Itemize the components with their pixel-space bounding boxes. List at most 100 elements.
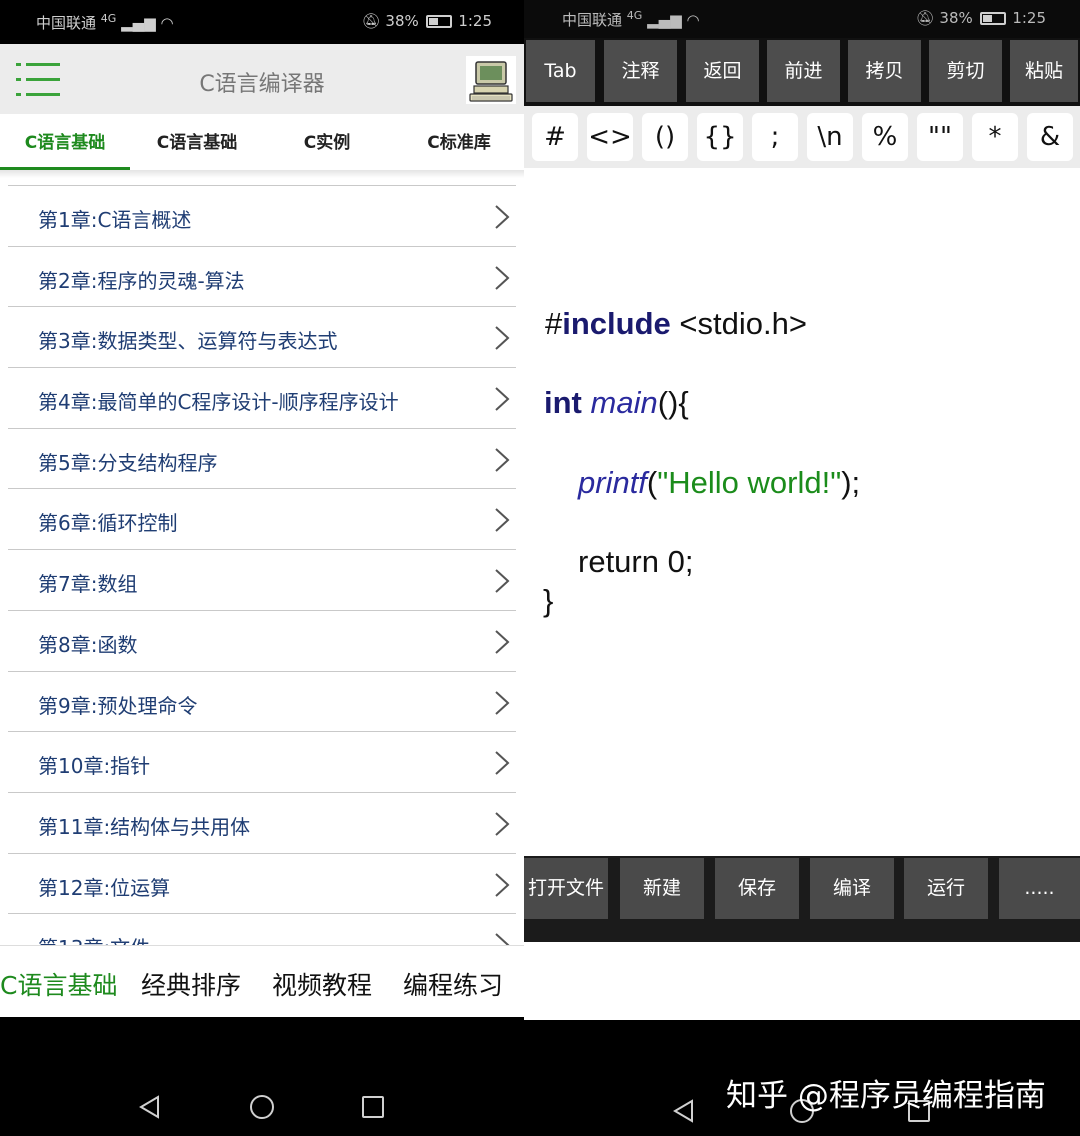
system-nav-bar [0, 1017, 524, 1136]
chapter-title: 第10章:指针 [38, 754, 151, 779]
chapter-row-10[interactable]: 第10章:指针 [8, 731, 516, 792]
chevron-right-icon [495, 265, 510, 290]
home-icon[interactable] [250, 1095, 274, 1119]
redo-button[interactable]: 前进 [767, 40, 840, 102]
bottom-nav-practice[interactable]: 编程练习 [403, 966, 503, 1002]
save-button[interactable]: 保存 [715, 858, 799, 919]
symbol-angle-brackets-key[interactable]: <> [587, 113, 633, 161]
code-line-close-brace: } [543, 583, 553, 619]
status-bar: 中国联通 4G ▂▄▆ ◠ 🔕︎ 38% 1:25 [0, 0, 524, 44]
battery-percent: 38% [385, 12, 419, 30]
bottom-navigation: C语言基础 经典排序 视频教程 编程练习 [0, 945, 524, 1017]
action-bar: 打开文件 新建 保存 编译 运行 ..... [524, 856, 1080, 942]
bottom-nav-video[interactable]: 视频教程 [272, 966, 372, 1002]
chapter-row-3[interactable]: 第3章:数据类型、运算符与表达式 [8, 306, 516, 367]
tab-key-button[interactable]: Tab [526, 40, 595, 102]
recent-apps-icon[interactable] [362, 1096, 384, 1118]
back-icon[interactable] [672, 1099, 696, 1123]
bottom-nav-c-basics[interactable]: C语言基础 [0, 966, 117, 1002]
code-string-literal: "Hello world!" [657, 465, 842, 500]
right-phone-screen: 中国联通 4G ▂▄▆ ◠ 🔕︎ 38% 1:25 Tab 注释 返回 前进 拷… [524, 0, 1080, 1136]
comment-button[interactable]: 注释 [604, 40, 677, 102]
chapter-row-8[interactable]: 第8章:函数 [8, 609, 516, 671]
clock: 1:25 [458, 12, 492, 30]
chapter-row-7[interactable]: 第7章:数组 [8, 549, 516, 610]
symbol-parentheses-key[interactable]: () [642, 113, 688, 161]
chapter-row-9[interactable]: 第9章:预处理命令 [8, 670, 516, 732]
chapter-title: 第13章:文件 [38, 932, 150, 945]
code-editor[interactable]: #include <stdio.h> int main(){ printf("H… [524, 168, 1080, 856]
chapter-row-12[interactable]: 第12章:位运算 [8, 852, 516, 914]
tab-c-basics-2[interactable]: C语言基础 [140, 132, 254, 172]
empty-area [524, 942, 1080, 1020]
zhihu-watermark: 知乎 @程序员编程指南 [726, 1078, 1046, 1114]
chapter-title: 第11章:结构体与共用体 [38, 814, 251, 839]
code-line-return: return 0; [578, 544, 693, 580]
chapter-title: 第3章:数据类型、运算符与表达式 [38, 329, 338, 354]
symbol-asterisk-key[interactable]: * [972, 113, 1018, 161]
app-title: C语言编译器 [199, 72, 325, 97]
chevron-right-icon [495, 205, 510, 229]
chapter-title: 第4章:最简单的C程序设计-顺序程序设计 [38, 390, 399, 415]
symbol-hash-key[interactable]: # [532, 113, 578, 161]
symbol-newline-key[interactable]: \n [807, 113, 853, 161]
symbol-braces-key[interactable]: {} [697, 113, 743, 161]
chevron-right-icon [495, 872, 510, 897]
chapter-title: 第6章:循环控制 [38, 511, 178, 536]
symbol-ampersand-key[interactable]: & [1027, 113, 1073, 161]
symbol-quotes-key[interactable]: "" [917, 113, 963, 161]
chevron-right-icon [495, 448, 510, 472]
status-bar: 中国联通 4G ▂▄▆ ◠ 🔕︎ 38% 1:25 [524, 0, 1080, 38]
bottom-nav-sorting[interactable]: 经典排序 [141, 966, 241, 1002]
run-button[interactable]: 运行 [904, 858, 988, 919]
left-phone-screen: 中国联通 4G ▂▄▆ ◠ 🔕︎ 38% 1:25 C语言编译器 C语言基础 C… [0, 0, 524, 1136]
status-left: 中国联通 4G ▂▄▆ ◠ [562, 9, 700, 30]
code-header: <stdio.h> [670, 306, 807, 341]
signal-icon: ▂▄▆ [121, 14, 156, 32]
battery-icon [979, 12, 1006, 25]
chapter-row-4[interactable]: 第4章:最简单的C程序设计-顺序程序设计 [8, 367, 516, 428]
battery-percent: 38% [939, 9, 973, 27]
undo-button[interactable]: 返回 [686, 40, 759, 102]
chevron-right-icon [495, 751, 510, 775]
clock: 1:25 [1012, 9, 1046, 27]
mute-icon: 🔕︎ [361, 12, 381, 30]
network-type: 4G [100, 12, 117, 25]
chevron-right-icon [495, 508, 510, 533]
code-include-keyword: include [562, 306, 671, 341]
battery-icon [425, 15, 452, 28]
code-hash: # [545, 306, 563, 341]
chapter-row-13[interactable]: 第13章:文件 [8, 913, 516, 945]
network-type: 4G [626, 9, 643, 22]
chapter-title: 第9章:预处理命令 [38, 693, 198, 718]
chapter-row-6[interactable]: 第6章:循环控制 [8, 488, 516, 549]
chapter-title: 第5章:分支结构程序 [38, 450, 218, 475]
tab-divider [0, 170, 524, 178]
symbol-semicolon-key[interactable]: ; [752, 113, 798, 161]
chapter-row-11[interactable]: 第11章:结构体与共用体 [8, 791, 516, 853]
cut-button[interactable]: 剪切 [929, 40, 1002, 102]
chapter-row-1[interactable]: 第1章:C语言概述 [8, 185, 516, 246]
symbol-percent-key[interactable]: % [862, 113, 908, 161]
new-file-button[interactable]: 新建 [620, 858, 704, 919]
tab-c-examples[interactable]: C实例 [270, 132, 384, 172]
code-paren-open: ( [646, 465, 658, 500]
mute-icon: 🔕︎ [915, 9, 935, 27]
tab-c-stdlib[interactable]: C标准库 [402, 132, 516, 172]
status-right: 🔕︎ 38% 1:25 [362, 12, 492, 30]
chapter-list: 第1章:C语言概述 第2章:程序的灵魂-算法 第3章:数据类型、运算符与表达式 … [0, 185, 524, 945]
copy-button[interactable]: 拷贝 [848, 40, 921, 102]
more-button[interactable]: ..... [999, 858, 1080, 919]
status-left: 中国联通 4G ▂▄▆ ◠ [36, 12, 174, 33]
tab-c-basics[interactable]: C语言基础 [8, 132, 122, 172]
open-file-button[interactable]: 打开文件 [524, 858, 608, 919]
chapter-row-2[interactable]: 第2章:程序的灵魂-算法 [8, 245, 516, 307]
paste-button[interactable]: 粘贴 [1010, 40, 1078, 102]
compile-button[interactable]: 编译 [810, 858, 894, 919]
back-icon[interactable] [138, 1095, 162, 1119]
code-paren-close: ); [841, 465, 861, 500]
code-int-keyword: int [544, 385, 582, 420]
wifi-icon: ◠ [686, 11, 700, 29]
chapter-row-5[interactable]: 第5章:分支结构程序 [8, 427, 516, 489]
computer-avatar-icon[interactable] [466, 56, 516, 104]
